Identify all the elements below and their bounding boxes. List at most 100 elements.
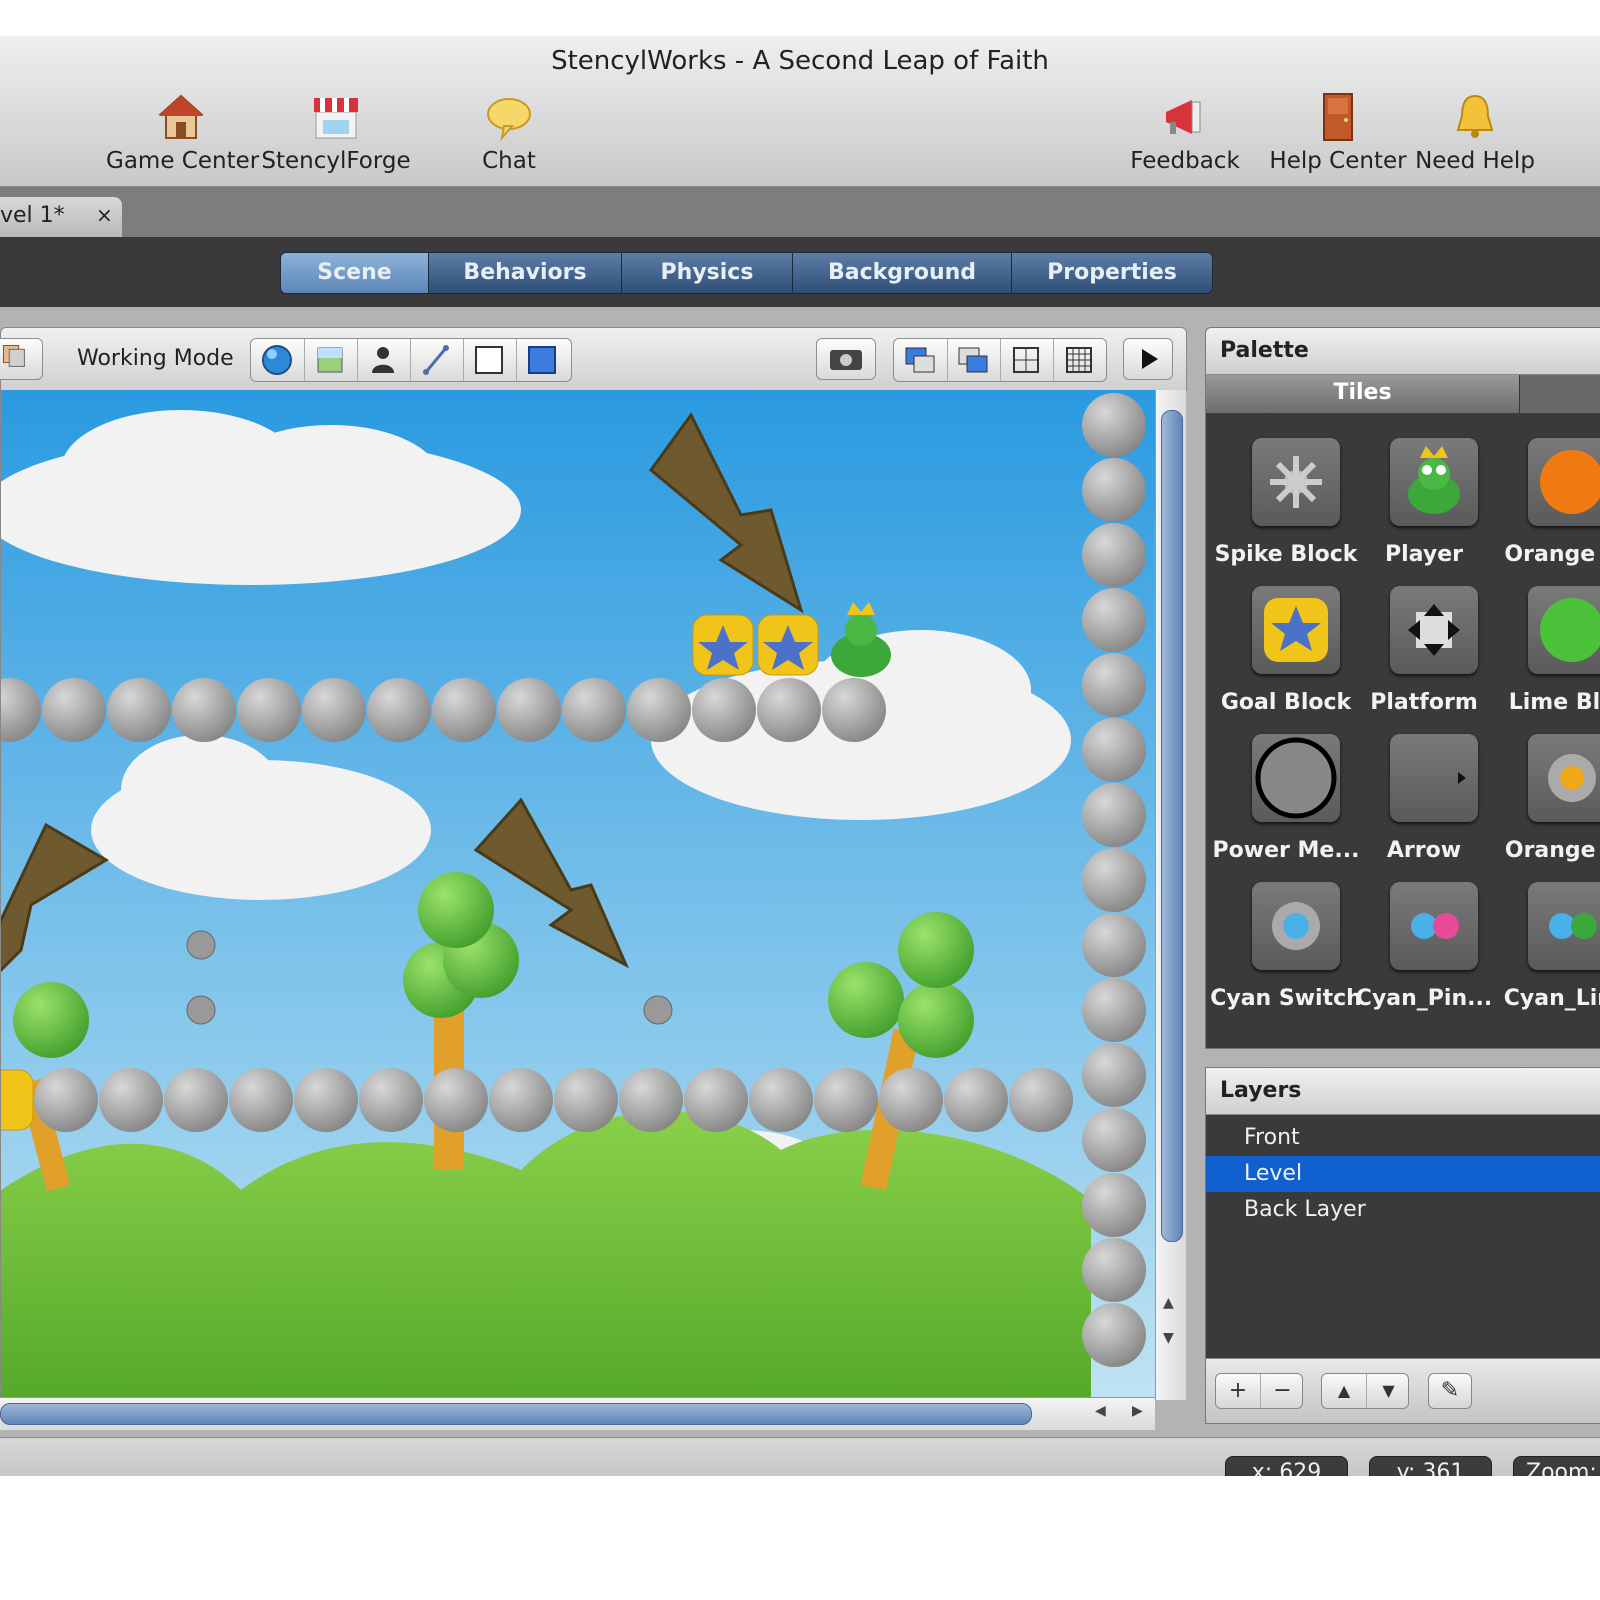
draw-mode-button[interactable]	[410, 339, 464, 381]
cyan-switch-icon	[1272, 902, 1320, 950]
stone-block	[42, 678, 106, 742]
toolbar-label: Need Help	[1415, 148, 1535, 174]
stack-back-icon	[905, 347, 935, 373]
move-layer-up-button[interactable]: ▲	[1322, 1374, 1366, 1408]
stone-block	[627, 678, 691, 742]
palette-tile[interactable]: Cyan_Lim	[1492, 882, 1600, 1032]
toolbar-stencylforge-button[interactable]: StencylForge	[261, 88, 411, 180]
horizontal-scrollbar[interactable]: ◀ ▶	[0, 1397, 1155, 1430]
stone-block	[814, 1068, 878, 1132]
palette-tile[interactable]: Goal Block	[1216, 586, 1356, 736]
scroll-right-icon[interactable]: ▶	[1132, 1403, 1143, 1419]
layer-item-back[interactable]: Back Layer	[1206, 1192, 1600, 1228]
working-mode-selector	[250, 338, 572, 382]
palette-title: Palette	[1220, 338, 1309, 363]
stone-block	[684, 1068, 748, 1132]
tile-name: Spike Block	[1214, 542, 1358, 567]
stone-block	[1082, 393, 1146, 457]
palette-tile[interactable]: Lime Blo	[1492, 586, 1600, 736]
play-button[interactable]	[1123, 338, 1173, 380]
tab-properties[interactable]: Properties	[1012, 253, 1212, 293]
palette-panel: Palette Tiles Spike Block Player Orange …	[1205, 327, 1600, 1049]
toolbar-game-button[interactable]: ame	[0, 88, 55, 180]
layer-item-level[interactable]: Level	[1206, 1156, 1600, 1192]
tile-name: Cyan Switch	[1210, 986, 1362, 1011]
toolbar-help-center-button[interactable]: Help Center	[1263, 88, 1413, 180]
palette-tile[interactable]: Orange B	[1492, 438, 1600, 588]
palette-tile[interactable]: Arrow	[1354, 734, 1494, 884]
work-area: Working Mode ▲ ▼ ◀ ▶ Palette Tiles Spike…	[0, 307, 1600, 1437]
background-mode-button[interactable]	[304, 339, 358, 381]
scroll-up-icon[interactable]: ▲	[1163, 1295, 1174, 1311]
tile-name: Orange B	[1504, 542, 1600, 567]
palette-tile[interactable]: Platform	[1354, 586, 1494, 736]
toolbar-game-center-button[interactable]: Game Center	[106, 88, 260, 180]
stone-block	[99, 1068, 163, 1132]
vertical-scrollbar[interactable]: ▲ ▼	[1155, 390, 1186, 1400]
close-icon[interactable]: ×	[96, 203, 113, 227]
add-layer-button[interactable]: +	[1216, 1374, 1260, 1408]
filled-square-icon	[528, 346, 556, 374]
toolbar-label: Game Center	[106, 148, 260, 174]
tile-name: Goal Block	[1220, 690, 1352, 715]
stone-block	[944, 1068, 1008, 1132]
door-icon	[1323, 93, 1353, 141]
region-mode-button[interactable]	[463, 339, 517, 381]
snap-button[interactable]	[1000, 339, 1054, 381]
stone-block	[1082, 1043, 1146, 1107]
layer-item-front[interactable]: Front	[1206, 1120, 1600, 1156]
tab-scene[interactable]: Scene	[281, 253, 429, 293]
palette-tile[interactable]: Spike Block	[1215, 438, 1357, 588]
scroll-down-icon[interactable]: ▼	[1163, 1330, 1174, 1346]
toolbar-chat-button[interactable]: Chat	[434, 88, 584, 180]
view-options	[893, 338, 1107, 382]
stone-block	[1082, 1238, 1146, 1302]
toolbar-label: StencylForge	[261, 148, 411, 174]
lime-ball-icon	[1540, 598, 1600, 662]
grid-button[interactable]	[1053, 339, 1106, 381]
image-icon	[317, 347, 343, 373]
layer-back-button[interactable]	[894, 339, 948, 381]
line-icon	[423, 345, 449, 375]
stone-block	[822, 678, 886, 742]
tile-name: Player	[1385, 542, 1463, 567]
stone-block	[497, 678, 561, 742]
remove-layer-button[interactable]: −	[1260, 1374, 1304, 1408]
palette-tile[interactable]: Player	[1354, 438, 1494, 588]
copy-icon	[3, 345, 25, 367]
stone-block	[554, 1068, 618, 1132]
horizontal-scroll-thumb[interactable]	[0, 1403, 1032, 1425]
stone-block	[107, 678, 171, 742]
layer-front-button[interactable]	[947, 339, 1001, 381]
grid-icon	[1066, 347, 1092, 373]
palette-tile[interactable]: Cyan_Pin...	[1354, 882, 1494, 1032]
toolbar-label: Chat	[482, 148, 536, 174]
palette-tile[interactable]: Cyan Switch	[1210, 882, 1362, 1032]
tab-tiles[interactable]: Tiles	[1206, 375, 1520, 413]
arrow-icon	[1458, 772, 1466, 784]
scene-canvas[interactable]	[0, 390, 1156, 1400]
scroll-left-icon[interactable]: ◀	[1095, 1403, 1106, 1419]
spike-icon	[1270, 456, 1322, 508]
move-layer-down-button[interactable]: ▼	[1366, 1374, 1410, 1408]
stone-block	[1082, 1108, 1146, 1172]
palette-tabs: Tiles	[1206, 375, 1600, 413]
tab-behaviors[interactable]: Behaviors	[429, 253, 622, 293]
tab-physics[interactable]: Physics	[622, 253, 793, 293]
actor-mode-button[interactable]	[357, 339, 411, 381]
stone-block	[237, 678, 301, 742]
star-icon	[1264, 598, 1328, 662]
edit-layer-button[interactable]: ✎	[1428, 1373, 1472, 1409]
globe-mode-button[interactable]	[251, 339, 305, 381]
palette-tile[interactable]: Orange S	[1492, 734, 1600, 884]
tab-background[interactable]: Background	[793, 253, 1012, 293]
copy-button[interactable]	[0, 338, 43, 380]
toolbar-need-help-button[interactable]: Need Help	[1400, 88, 1550, 180]
vertical-scroll-thumb[interactable]	[1161, 410, 1183, 1242]
stone-block	[1082, 1173, 1146, 1237]
fill-mode-button[interactable]	[516, 339, 571, 381]
document-tab[interactable]: vel 1* ×	[0, 197, 122, 237]
toolbar-feedback-button[interactable]: Feedback	[1110, 88, 1260, 180]
palette-tile[interactable]: Power Me...	[1213, 734, 1359, 884]
screenshot-button[interactable]	[816, 338, 876, 380]
